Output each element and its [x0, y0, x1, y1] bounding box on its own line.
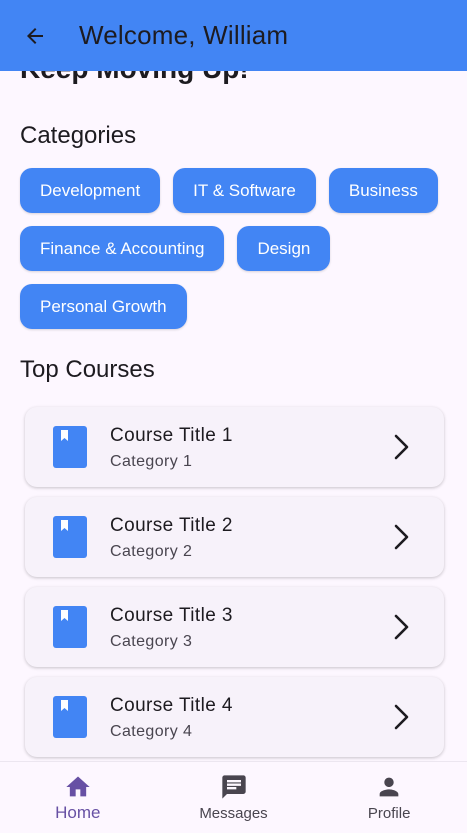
messages-icon: [221, 775, 246, 799]
book-icon: [53, 516, 87, 558]
category-chip-development[interactable]: Development: [20, 168, 161, 213]
course-text: Course Title 1 Category 1: [110, 424, 233, 471]
category-chip-it-software[interactable]: IT & Software: [173, 168, 316, 213]
arrow-back-icon: [27, 27, 43, 44]
course-title: Course Title 3: [110, 605, 233, 626]
top-courses-heading: Top Courses: [20, 356, 155, 383]
app-bar: Welcome, William: [0, 0, 467, 71]
course-text: Course Title 3 Category 3: [110, 604, 233, 651]
course-title: Course Title 2: [110, 515, 233, 536]
course-category: Category 1: [110, 453, 193, 470]
course-card[interactable]: Course Title 2 Category 2: [25, 497, 444, 577]
person-icon: [379, 777, 399, 797]
course-title: Course Title 1: [110, 425, 233, 446]
course-text: Course Title 2 Category 2: [110, 514, 233, 561]
page-title: Welcome, William: [79, 20, 289, 50]
course-category: Category 2: [110, 543, 193, 560]
course-category: Category 4: [110, 723, 193, 740]
course-category: Category 3: [110, 633, 193, 650]
category-chip-design[interactable]: Design: [237, 226, 331, 271]
book-icon: [53, 426, 87, 468]
course-title: Course Title 4: [110, 695, 233, 716]
chevron-right-icon: [394, 524, 409, 550]
nav-item-profile[interactable]: Profile: [311, 762, 467, 833]
banner-text: Keep Moving Up!: [20, 71, 249, 85]
chevron-right-icon: [394, 434, 409, 460]
category-chip-finance-accounting[interactable]: Finance & Accounting: [20, 226, 225, 271]
nav-item-messages[interactable]: Messages: [156, 762, 312, 833]
categories-heading: Categories: [20, 122, 137, 149]
book-icon: [53, 696, 87, 738]
category-chips: Development IT & Software Business Finan…: [20, 168, 450, 329]
course-list: Course Title 1 Category 1 Course Title 2…: [25, 407, 444, 761]
chevron-right-icon: [394, 704, 409, 730]
back-button[interactable]: [23, 24, 47, 48]
chevron-right-icon: [394, 614, 409, 640]
course-card[interactable]: Course Title 4 Category 4: [25, 677, 444, 757]
main-content[interactable]: Keep Moving Up! Categories Development I…: [0, 71, 467, 761]
category-chip-business[interactable]: Business: [328, 168, 438, 213]
book-icon: [53, 606, 87, 648]
screen: Welcome, William Keep Moving Up! Categor…: [0, 0, 467, 833]
nav-label-home: Home: [55, 803, 101, 822]
home-icon: [66, 776, 90, 797]
nav-label-profile: Profile: [367, 805, 411, 822]
course-card[interactable]: Course Title 3 Category 3: [25, 587, 444, 667]
bottom-navigation: Home Messages Profile: [0, 761, 467, 833]
nav-item-home[interactable]: Home: [0, 762, 156, 833]
nav-label-messages: Messages: [199, 805, 268, 822]
category-chip-personal-growth[interactable]: Personal Growth: [20, 284, 187, 329]
course-text: Course Title 4 Category 4: [110, 694, 233, 741]
course-card[interactable]: Course Title 1 Category 1: [25, 407, 444, 487]
